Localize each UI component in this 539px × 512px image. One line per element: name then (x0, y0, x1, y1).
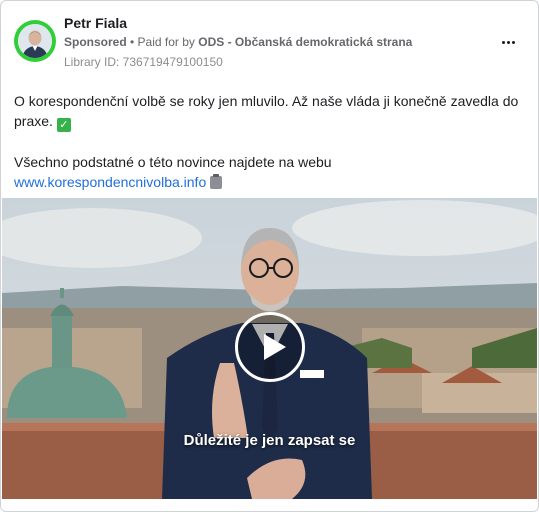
paid-for-label: • Paid for by (130, 35, 195, 49)
website-link[interactable]: www.korespondencnivolba.info (14, 174, 206, 190)
clipboard-icon (210, 174, 223, 189)
author-name[interactable]: Petr Fiala (64, 15, 127, 31)
post-text-line-2: Všechno podstatné o této novince najdete… (14, 154, 332, 170)
post-text: O korespondenční volbě se roky jen mluvi… (14, 91, 524, 192)
card-footer (1, 499, 538, 511)
avatar (18, 24, 52, 58)
more-options-icon[interactable] (496, 33, 520, 51)
library-id: Library ID: 736719479100150 (64, 55, 223, 69)
ad-card: Petr Fiala Sponsored • Paid for by ODS -… (0, 0, 539, 512)
video-caption: Důležité je jen zapsat se (183, 432, 356, 449)
sponsored-label: Sponsored (64, 35, 127, 49)
avatar-photo-icon (18, 24, 52, 58)
payer-name[interactable]: ODS - Občanská demokratická strana (198, 35, 412, 49)
check-mark-icon: ✓ (56, 118, 71, 132)
avatar-ring[interactable] (14, 20, 56, 62)
post-text-line-1: O korespondenční volbě se roky jen mluvi… (14, 93, 519, 132)
video-player[interactable]: Důležité je jen zapsat se (2, 198, 537, 499)
sponsor-line: Sponsored • Paid for by ODS - Občanská d… (64, 35, 412, 49)
play-icon[interactable] (235, 312, 305, 382)
